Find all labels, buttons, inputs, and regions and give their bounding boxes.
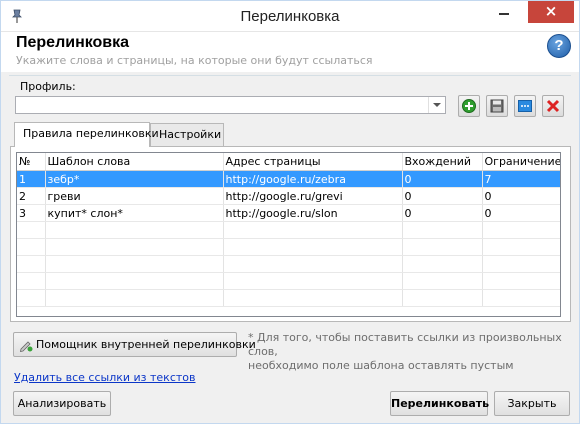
dialog-window: Перелинковка × Перелинковка Укажите слов…	[0, 0, 580, 424]
pencil-icon	[19, 341, 33, 352]
dialog-header: Перелинковка Укажите слова и страницы, н…	[1, 32, 579, 72]
close-button[interactable]: Закрыть	[494, 391, 570, 416]
cell-url[interactable]: http://google.ru/slon	[223, 204, 403, 222]
more-icon	[518, 100, 532, 112]
cell-pattern[interactable]: купит* слон*	[45, 204, 224, 222]
cell-number: 3	[17, 204, 46, 222]
link-button[interactable]: Перелинковать	[390, 391, 489, 416]
more-button[interactable]	[514, 95, 536, 117]
add-profile-button[interactable]	[458, 95, 480, 117]
profile-group: Профиль:	[9, 75, 571, 118]
tab-rules[interactable]: Правила перелинковки	[14, 122, 159, 147]
hint-note: * Для того, чтобы поставить ссылки из пр…	[248, 331, 579, 373]
cell-pattern[interactable]: греви	[45, 187, 224, 205]
delete-all-links-link[interactable]: Удалить все ссылки из текстов	[14, 371, 196, 384]
cell-url[interactable]: http://google.ru/grevi	[223, 187, 403, 205]
cell-number: 1	[17, 170, 46, 188]
analyze-button[interactable]: Анализировать	[13, 391, 111, 416]
page-subtitle: Укажите слова и страницы, на которые они…	[16, 54, 373, 67]
column-header-occurrences[interactable]: Вхождений	[402, 153, 483, 171]
save-icon	[490, 99, 504, 113]
page-title: Перелинковка	[16, 34, 130, 51]
column-header-number[interactable]: №	[17, 153, 46, 171]
cell-limit[interactable]: 0	[482, 187, 560, 205]
profile-label: Профиль:	[20, 80, 76, 93]
help-icon[interactable]: ?	[547, 34, 571, 58]
table-header: № Шаблон слова Адрес страницы Вхождений …	[17, 153, 560, 171]
empty-row[interactable]	[17, 272, 560, 290]
cell-occurrences: 0	[402, 204, 483, 222]
tab-settings[interactable]: Настройки	[150, 123, 224, 146]
empty-row[interactable]	[17, 238, 560, 256]
link-assistant-button[interactable]: Помощник внутренней перелинковки	[13, 332, 256, 357]
column-header-url[interactable]: Адрес страницы	[223, 153, 403, 171]
delete-profile-button[interactable]	[542, 95, 564, 117]
chevron-down-icon[interactable]	[428, 97, 445, 113]
hint-line-1: * Для того, чтобы поставить ссылки из пр…	[248, 331, 562, 358]
save-profile-button[interactable]	[486, 95, 508, 117]
column-header-limit[interactable]: Ограничение	[482, 153, 560, 171]
cell-limit[interactable]: 7	[482, 170, 560, 188]
cell-url[interactable]: http://google.ru/zebra	[223, 170, 403, 188]
empty-row[interactable]	[17, 289, 560, 307]
rules-panel: № Шаблон слова Адрес страницы Вхождений …	[10, 146, 571, 322]
rules-table[interactable]: № Шаблон слова Адрес страницы Вхождений …	[16, 152, 561, 317]
hint-line-2: необходимо поле шаблона оставлять пустым	[248, 359, 514, 372]
minimize-icon[interactable]	[491, 1, 517, 23]
close-icon[interactable]: ×	[528, 1, 574, 23]
cell-occurrences: 0	[402, 187, 483, 205]
table-row[interactable]: 1 зебр* http://google.ru/zebra 0 7	[17, 170, 560, 188]
profile-dropdown[interactable]	[15, 96, 446, 114]
delete-icon	[546, 99, 560, 113]
cell-occurrences: 0	[402, 170, 483, 188]
cell-pattern[interactable]: зебр*	[45, 170, 224, 188]
column-header-pattern[interactable]: Шаблон слова	[45, 153, 224, 171]
table-row[interactable]: 2 греви http://google.ru/grevi 0 0	[17, 187, 560, 205]
empty-row[interactable]	[17, 255, 560, 273]
add-icon	[462, 99, 476, 113]
cell-limit[interactable]: 0	[482, 204, 560, 222]
cell-number: 2	[17, 187, 46, 205]
link-assistant-label: Помощник внутренней перелинковки	[36, 338, 256, 351]
title-bar[interactable]: Перелинковка ×	[1, 1, 579, 32]
empty-row[interactable]	[17, 221, 560, 239]
table-row[interactable]: 3 купит* слон* http://google.ru/slon 0 0	[17, 204, 560, 222]
